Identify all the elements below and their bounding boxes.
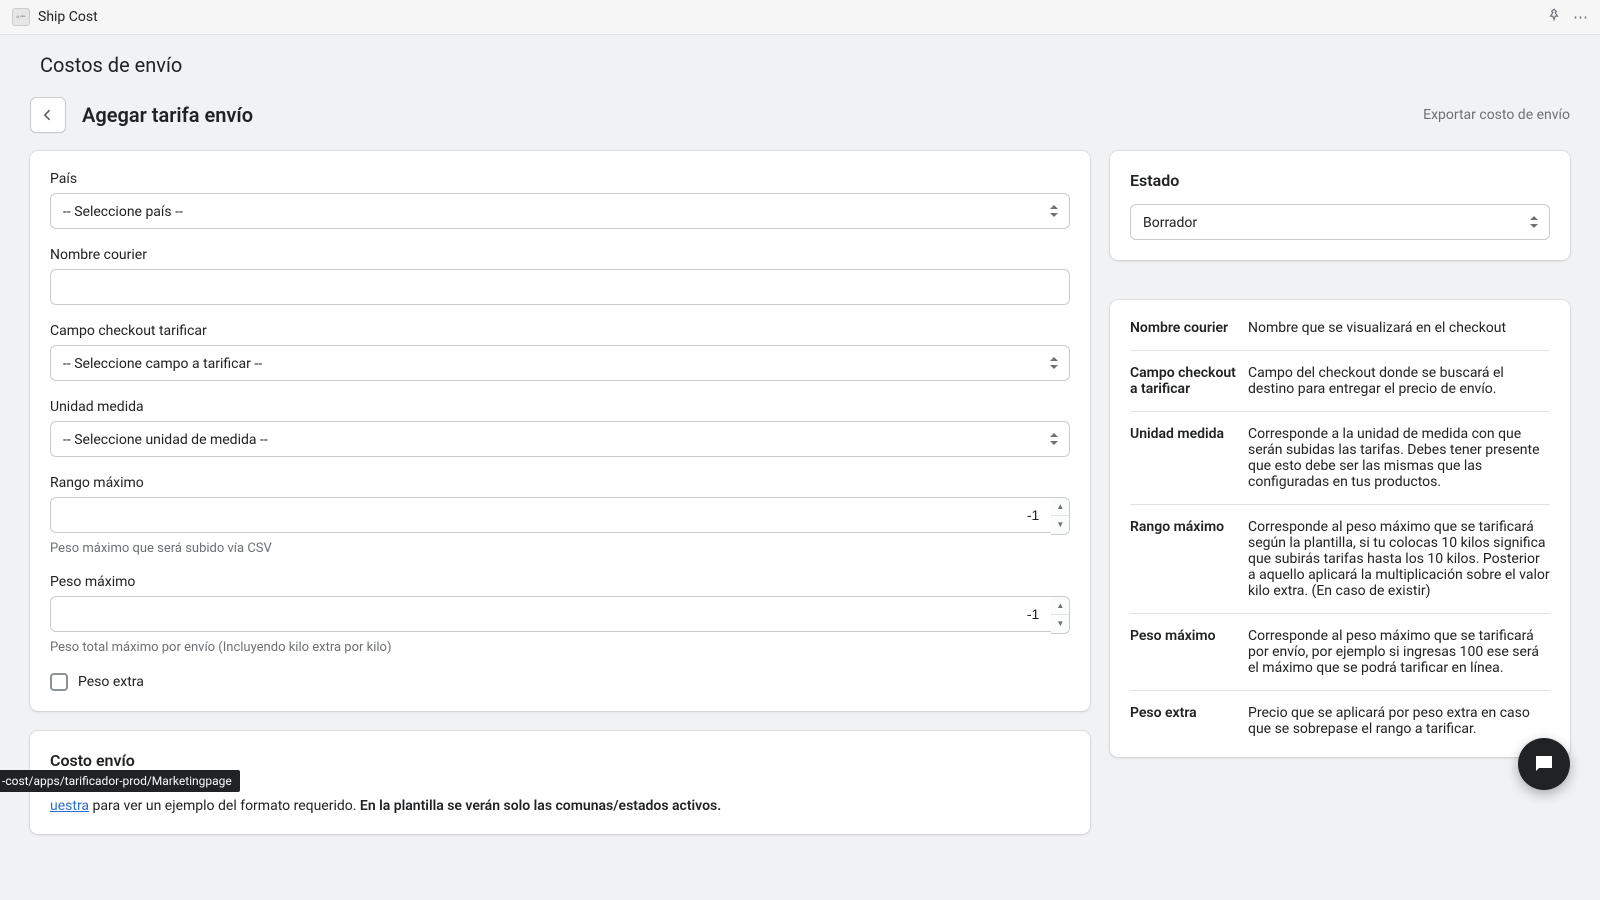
info-term: Campo checkout a tarificar bbox=[1130, 351, 1248, 412]
peso-step-up[interactable]: ▲ bbox=[1051, 597, 1069, 615]
info-term: Nombre courier bbox=[1130, 306, 1248, 351]
export-link[interactable]: Exportar costo de envío bbox=[1423, 107, 1570, 123]
info-row: Nombre courierNombre que se visualizará … bbox=[1130, 306, 1550, 351]
peso-input[interactable] bbox=[50, 596, 1051, 632]
cost-help-text: uestra para ver un ejemplo del formato r… bbox=[50, 798, 1070, 814]
info-row: Campo checkout a tarificarCampo del chec… bbox=[1130, 351, 1550, 412]
rango-step-down[interactable]: ▼ bbox=[1051, 516, 1069, 534]
peso-extra-checkbox[interactable] bbox=[50, 673, 68, 691]
info-desc: Corresponde al peso máximo que se tarifi… bbox=[1248, 614, 1550, 691]
rango-step-up[interactable]: ▲ bbox=[1051, 498, 1069, 516]
info-desc: Nombre que se visualizará en el checkout bbox=[1248, 306, 1550, 351]
section-title: Costos de envío bbox=[40, 53, 1560, 77]
chat-fab[interactable] bbox=[1518, 738, 1570, 790]
back-button[interactable] bbox=[30, 97, 66, 133]
courier-input[interactable] bbox=[50, 269, 1070, 305]
rango-label: Rango máximo bbox=[50, 475, 1070, 491]
info-table: Nombre courierNombre que se visualizará … bbox=[1130, 306, 1550, 751]
info-row: Peso máximoCorresponde al peso máximo qu… bbox=[1130, 614, 1550, 691]
status-heading: Estado bbox=[1130, 171, 1550, 190]
unidad-label: Unidad medida bbox=[50, 399, 1070, 415]
info-desc: Campo del checkout donde se buscará el d… bbox=[1248, 351, 1550, 412]
info-row: Rango máximoCorresponde al peso máximo q… bbox=[1130, 505, 1550, 614]
peso-extra-label: Peso extra bbox=[78, 674, 144, 690]
peso-help: Peso total máximo por envío (Incluyendo … bbox=[50, 640, 1070, 655]
peso-label: Peso máximo bbox=[50, 574, 1070, 590]
info-desc: Corresponde a la unidad de medida con qu… bbox=[1248, 412, 1550, 505]
pin-icon[interactable] bbox=[1547, 8, 1561, 26]
info-row: Unidad medidaCorresponde a la unidad de … bbox=[1130, 412, 1550, 505]
info-desc: Precio que se aplicará por peso extra en… bbox=[1248, 691, 1550, 752]
app-bar: ◦– Ship Cost ⋯ bbox=[0, 0, 1600, 35]
status-card: Estado Borrador bbox=[1110, 151, 1570, 260]
info-term: Unidad medida bbox=[1130, 412, 1248, 505]
status-select[interactable]: Borrador bbox=[1130, 204, 1550, 240]
unidad-select[interactable]: -- Seleccione unidad de medida -- bbox=[50, 421, 1070, 457]
section-header: Costos de envío bbox=[0, 35, 1600, 91]
courier-label: Nombre courier bbox=[50, 247, 1070, 263]
campo-label: Campo checkout tarificar bbox=[50, 323, 1070, 339]
info-row: Peso extraPrecio que se aplicará por pes… bbox=[1130, 691, 1550, 752]
cost-title: Costo envío bbox=[50, 751, 1070, 770]
app-title: Ship Cost bbox=[38, 9, 98, 25]
pais-label: País bbox=[50, 171, 1070, 187]
more-icon[interactable]: ⋯ bbox=[1573, 8, 1588, 26]
peso-step-down[interactable]: ▼ bbox=[1051, 615, 1069, 633]
info-card: Nombre courierNombre que se visualizará … bbox=[1110, 300, 1570, 757]
app-icon: ◦– bbox=[12, 8, 30, 26]
campo-select[interactable]: -- Seleccione campo a tarificar -- bbox=[50, 345, 1070, 381]
cost-sample-link[interactable]: uestra bbox=[50, 798, 89, 814]
status-tooltip: -cost/apps/tarificador-prod/Marketingpag… bbox=[0, 770, 240, 792]
rango-input[interactable] bbox=[50, 497, 1051, 533]
info-term: Peso extra bbox=[1130, 691, 1248, 752]
info-term: Peso máximo bbox=[1130, 614, 1248, 691]
rango-help: Peso máximo que será subido vía CSV bbox=[50, 541, 1070, 556]
pais-select[interactable]: -- Seleccione país -- bbox=[50, 193, 1070, 229]
info-term: Rango máximo bbox=[1130, 505, 1248, 614]
form-card: País -- Seleccione país -- Nombre courie… bbox=[30, 151, 1090, 711]
page-title: Agegar tarifa envío bbox=[82, 103, 253, 127]
page-header: Agegar tarifa envío Exportar costo de en… bbox=[0, 91, 1600, 151]
info-desc: Corresponde al peso máximo que se tarifi… bbox=[1248, 505, 1550, 614]
